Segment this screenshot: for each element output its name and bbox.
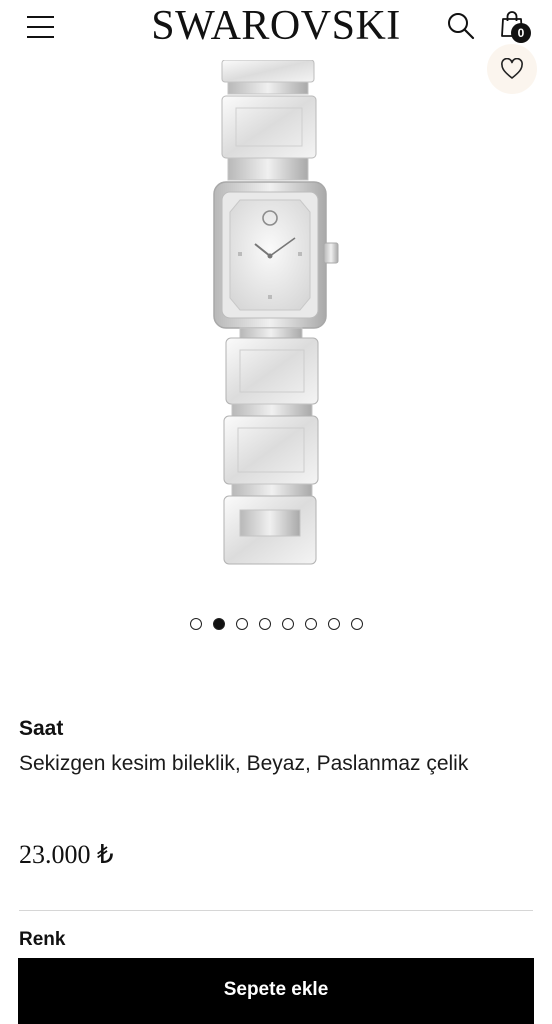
search-icon <box>448 13 475 40</box>
carousel-dot-3[interactable] <box>235 618 248 630</box>
product-name: Sekizgen kesim bileklik, Beyaz, Paslanma… <box>19 752 469 775</box>
product-image-gallery[interactable] <box>0 60 552 600</box>
product-category: Saat <box>19 717 64 740</box>
carousel-dot-5[interactable] <box>281 618 294 630</box>
heart-icon <box>501 58 523 79</box>
site-header: SWAROVSKI 0 <box>0 0 552 60</box>
search-button[interactable] <box>446 11 476 41</box>
carousel-dot-6[interactable] <box>304 618 317 630</box>
color-label: Renk <box>19 929 66 950</box>
carousel-dot-4[interactable] <box>258 618 271 630</box>
carousel-dot-8[interactable] <box>350 618 363 630</box>
carousel-dot-1[interactable] <box>189 618 202 630</box>
cart-count-badge: 0 <box>511 23 531 43</box>
add-to-cart-button[interactable]: Sepete ekle <box>18 958 534 1024</box>
watch-product-image <box>213 60 339 565</box>
carousel-dot-7[interactable] <box>327 618 340 630</box>
carousel-pagination <box>0 618 552 636</box>
carousel-dot-2[interactable] <box>212 618 225 630</box>
divider <box>19 910 533 911</box>
cart-button[interactable]: 0 <box>498 10 534 44</box>
wishlist-button[interactable] <box>487 44 537 94</box>
product-price: 23.000 ₺ <box>19 840 114 869</box>
